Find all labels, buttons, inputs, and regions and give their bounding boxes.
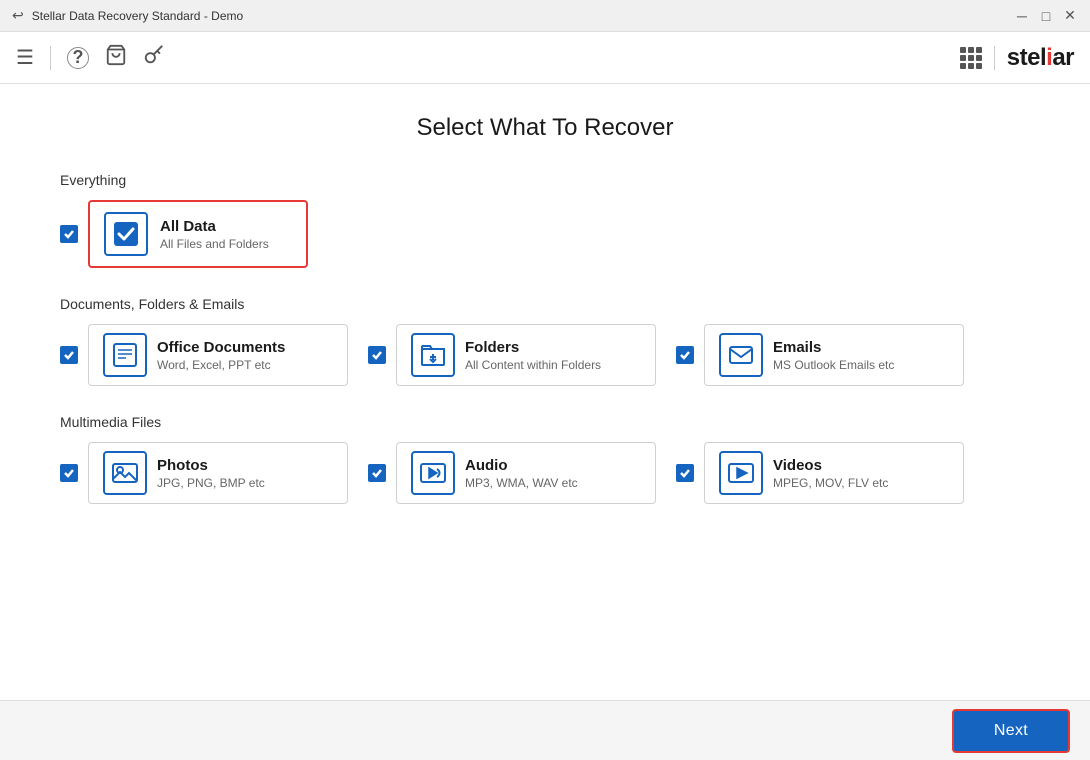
window-title: Stellar Data Recovery Standard - Demo <box>32 9 243 23</box>
videos-text: Videos MPEG, MOV, FLV etc <box>773 457 888 490</box>
office-docs-item: Office Documents Word, Excel, PPT etc <box>60 324 348 386</box>
toolbar-divider <box>50 46 51 70</box>
videos-icon <box>719 451 763 495</box>
emails-icon <box>719 333 763 377</box>
toolbar: ☰ ? steliar <box>0 32 1090 84</box>
toolbar-right: steliar <box>960 44 1074 72</box>
documents-items: Office Documents Word, Excel, PPT etc <box>60 324 1030 386</box>
cart-icon[interactable] <box>105 44 127 72</box>
minimize-button[interactable]: ─ <box>1014 8 1030 24</box>
toolbar-left: ☰ ? <box>16 44 165 72</box>
all-data-card[interactable]: All Data All Files and Folders <box>88 200 308 268</box>
apps-grid-icon[interactable] <box>960 47 982 69</box>
title-bar-left: ↩ Stellar Data Recovery Standard - Demo <box>12 7 243 24</box>
photos-title: Photos <box>157 457 265 474</box>
everything-row: All Data All Files and Folders <box>60 200 1030 268</box>
office-docs-card[interactable]: Office Documents Word, Excel, PPT etc <box>88 324 348 386</box>
folders-icon <box>411 333 455 377</box>
help-icon[interactable]: ? <box>67 47 89 69</box>
photos-text: Photos JPG, PNG, BMP etc <box>157 457 265 490</box>
office-docs-subtitle: Word, Excel, PPT etc <box>157 358 285 372</box>
office-docs-icon <box>103 333 147 377</box>
next-button[interactable]: Next <box>952 709 1070 753</box>
emails-checkbox[interactable] <box>676 346 694 364</box>
audio-checkbox[interactable] <box>368 464 386 482</box>
folders-card[interactable]: Folders All Content within Folders <box>396 324 656 386</box>
menu-icon[interactable]: ☰ <box>16 45 34 70</box>
videos-card[interactable]: Videos MPEG, MOV, FLV etc <box>704 442 964 504</box>
folders-item: Folders All Content within Folders <box>368 324 656 386</box>
photos-item: Photos JPG, PNG, BMP etc <box>60 442 348 504</box>
stellar-logo: steliar <box>1007 44 1074 72</box>
videos-checkbox[interactable] <box>676 464 694 482</box>
videos-item: Videos MPEG, MOV, FLV etc <box>676 442 964 504</box>
title-bar: ↩ Stellar Data Recovery Standard - Demo … <box>0 0 1090 32</box>
photos-checkbox[interactable] <box>60 464 78 482</box>
audio-item: Audio MP3, WMA, WAV etc <box>368 442 656 504</box>
photos-icon <box>103 451 147 495</box>
folders-text: Folders All Content within Folders <box>465 339 601 372</box>
audio-card[interactable]: Audio MP3, WMA, WAV etc <box>396 442 656 504</box>
photos-card[interactable]: Photos JPG, PNG, BMP etc <box>88 442 348 504</box>
audio-icon <box>411 451 455 495</box>
emails-card[interactable]: Emails MS Outlook Emails etc <box>704 324 964 386</box>
everything-label: Everything <box>60 172 1030 188</box>
multimedia-label: Multimedia Files <box>60 414 1030 430</box>
audio-title: Audio <box>465 457 578 474</box>
close-button[interactable]: ✕ <box>1062 8 1078 24</box>
all-data-text: All Data All Files and Folders <box>160 218 269 251</box>
audio-subtitle: MP3, WMA, WAV etc <box>465 476 578 490</box>
office-docs-title: Office Documents <box>157 339 285 356</box>
office-docs-text: Office Documents Word, Excel, PPT etc <box>157 339 285 372</box>
emails-text: Emails MS Outlook Emails etc <box>773 339 894 372</box>
videos-subtitle: MPEG, MOV, FLV etc <box>773 476 888 490</box>
photos-subtitle: JPG, PNG, BMP etc <box>157 476 265 490</box>
back-icon[interactable]: ↩ <box>12 7 24 24</box>
key-icon[interactable] <box>143 44 165 72</box>
emails-item: Emails MS Outlook Emails etc <box>676 324 964 386</box>
audio-text: Audio MP3, WMA, WAV etc <box>465 457 578 490</box>
toolbar-divider-2 <box>994 46 995 70</box>
page-title: Select What To Recover <box>60 114 1030 142</box>
all-data-subtitle: All Files and Folders <box>160 237 269 251</box>
window-controls: ─ □ ✕ <box>1014 8 1078 24</box>
folders-checkbox[interactable] <box>368 346 386 364</box>
all-data-icon-box <box>104 212 148 256</box>
documents-section: Documents, Folders & Emails <box>60 296 1030 386</box>
main-content: Select What To Recover Everything All Da… <box>0 84 1090 700</box>
office-docs-checkbox[interactable] <box>60 346 78 364</box>
all-data-title: All Data <box>160 218 269 235</box>
multimedia-items: Photos JPG, PNG, BMP etc <box>60 442 1030 504</box>
emails-subtitle: MS Outlook Emails etc <box>773 358 894 372</box>
maximize-button[interactable]: □ <box>1038 8 1054 24</box>
footer: Next <box>0 700 1090 760</box>
multimedia-section: Multimedia Files Photos <box>60 414 1030 504</box>
emails-title: Emails <box>773 339 894 356</box>
everything-section: Everything All Data All Files and Folder… <box>60 172 1030 268</box>
all-data-outer-checkbox[interactable] <box>60 225 78 243</box>
folders-title: Folders <box>465 339 601 356</box>
documents-label: Documents, Folders & Emails <box>60 296 1030 312</box>
videos-title: Videos <box>773 457 888 474</box>
folders-subtitle: All Content within Folders <box>465 358 601 372</box>
